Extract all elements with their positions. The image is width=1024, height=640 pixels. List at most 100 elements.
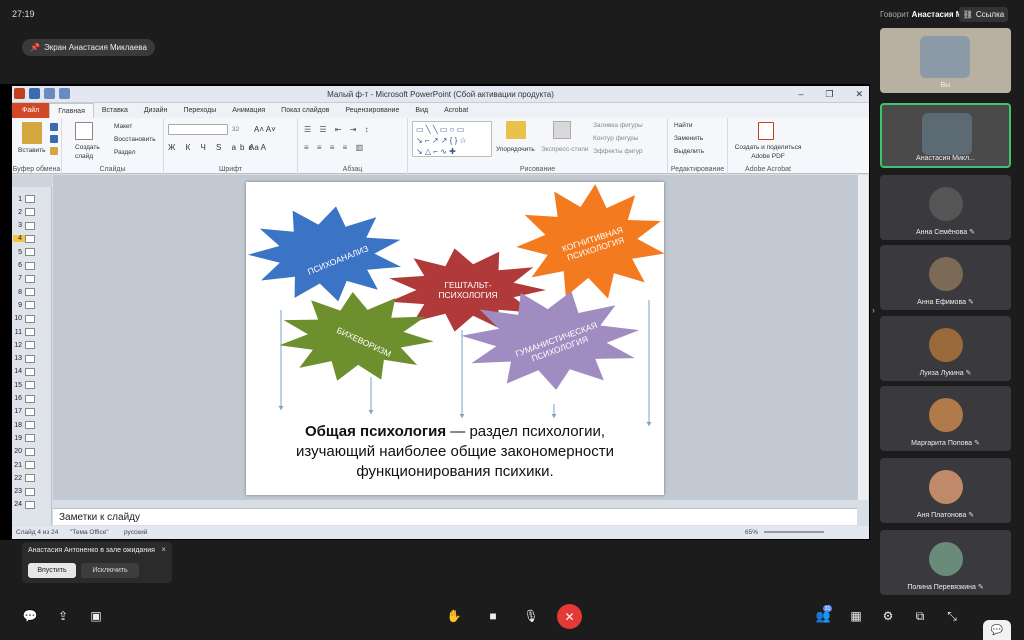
slide-thumb[interactable]: 8 [13,286,51,298]
layout-button[interactable]: Макет [114,123,132,130]
end-call-button[interactable]: ✕ [557,604,582,629]
grow-font-icon[interactable]: A˄ A˅ [254,125,276,134]
chat-icon[interactable]: 💬 [22,608,38,624]
shape-fill-button[interactable]: Заливка фигуры [593,122,643,129]
zoom-slider[interactable] [764,531,824,533]
pdf-icon[interactable] [758,122,774,140]
settings-icon[interactable]: ⚙ [880,608,896,624]
find-button[interactable]: Найти [674,122,693,129]
slide-thumb[interactable]: 15 [13,379,51,391]
screen-share-badge[interactable]: 📌 Экран Анастасия Миклаева [22,39,155,56]
redo-icon[interactable] [59,88,70,99]
align-buttons[interactable]: ≡ ≡ ≡ ≡ ▥ [304,143,366,152]
vertical-scrollbar[interactable] [857,175,868,500]
font-size-select[interactable]: 32 [232,126,239,133]
raise-hand-icon[interactable]: ✋ [446,608,462,624]
copy-link-button[interactable]: ⛓ Ссылка [959,7,1008,22]
slide-thumb[interactable]: 11 [13,326,51,338]
tab-4[interactable]: Переходы [175,103,224,118]
slide-thumb[interactable]: 17 [13,406,51,418]
tab-0[interactable]: Файл [12,103,50,118]
slide-thumb[interactable]: 5 [13,246,51,258]
minimize-icon[interactable]: – [798,89,803,100]
slide-thumb[interactable]: 18 [13,419,51,431]
admit-button[interactable]: Впустить [28,563,76,578]
tab-9[interactable]: Acrobat [436,103,476,118]
slide-thumb[interactable]: 22 [13,472,51,484]
undo-icon[interactable] [44,88,55,99]
participant-tile[interactable]: Полина Перевязкина ✎ [880,530,1011,595]
font-format-buttons[interactable]: Ж К Ч S abc [168,143,257,152]
slide-thumb[interactable]: 4 [13,233,51,245]
tab-8[interactable]: Вид [407,103,436,118]
format-painter-icon[interactable] [50,147,58,155]
tab-3[interactable]: Дизайн [136,103,176,118]
shape-outline-button[interactable]: Контур фигуры [593,135,638,142]
slide-thumb[interactable]: 6 [13,260,51,272]
slide-thumb[interactable]: 21 [13,459,51,471]
slide-thumb[interactable]: 16 [13,393,51,405]
tab-5[interactable]: Анимация [224,103,273,118]
cut-icon[interactable] [50,123,58,131]
arrange-button[interactable]: Упорядочить [496,146,535,153]
section-button[interactable]: Раздел [114,149,135,156]
pip-icon[interactable]: ⧉ [912,608,928,624]
maximize-icon[interactable]: ❐ [825,89,833,100]
close-icon[interactable]: ✕ [855,89,863,100]
participant-tile[interactable]: Маргарита Попова ✎ [880,386,1011,451]
new-slide-button[interactable]: Создать слайд [75,143,100,161]
collapse-panel-icon[interactable]: › [872,305,875,315]
participant-tile[interactable]: Анна Ефимова ✎ [880,245,1011,310]
slide-thumb[interactable]: 7 [13,273,51,285]
microphone-icon[interactable]: 🎙 [523,608,539,624]
new-slide-icon[interactable] [75,122,93,140]
quick-styles-icon[interactable] [553,121,571,139]
select-button[interactable]: Выделить [674,148,704,155]
slide-thumb[interactable]: 24 [13,499,51,511]
status-zoom[interactable]: 65% [745,529,758,536]
tab-2[interactable]: Вставка [94,103,136,118]
tab-7[interactable]: Рецензирование [337,103,407,118]
participant-tile[interactable]: Анастасия Микл... [880,103,1011,168]
replace-button[interactable]: Заменить [674,135,703,142]
slide-thumbnails-pane[interactable]: 1 2 3 4 5 6 7 8 9 10 11 12 13 14 15 16 17 18 19 20 21 22 23 24 [12,175,52,525]
paste-icon[interactable] [22,122,42,144]
shape-effects-button[interactable]: Эффекты фигур [593,148,643,155]
font-family-select[interactable] [168,124,228,135]
participant-tile[interactable]: Луиза Лукина ✎ [880,316,1011,381]
reset-button[interactable]: Восстановить [114,136,156,143]
close-icon[interactable]: × [161,545,166,554]
participant-tile[interactable]: Анна Семёнова ✎ [880,175,1011,240]
exclude-button[interactable]: Исключить [81,563,139,578]
paste-button[interactable]: Вставить [18,147,46,154]
grid-view-icon[interactable]: ▦ [848,608,864,624]
font-color-icon[interactable]: Aa A [249,143,266,152]
slide-thumb[interactable]: 19 [13,432,51,444]
participant-tile[interactable]: Аня Платонова ✎ [880,458,1011,523]
slide-shape-starburst[interactable] [248,206,402,302]
share-screen-icon[interactable]: ⇪ [55,608,71,624]
slide-thumb[interactable]: 12 [13,339,51,351]
record-icon[interactable]: ▣ [88,608,104,624]
create-pdf-button[interactable]: Создать и поделиться Adobe PDF [728,143,808,161]
slide-thumb[interactable]: 1 [13,193,51,205]
chat-bubble-icon[interactable]: 💬 [983,620,1011,640]
slide-thumb[interactable]: 3 [13,220,51,232]
copy-icon[interactable] [50,135,58,143]
minimize-view-icon[interactable]: ⤡ [944,608,960,624]
slide-thumb[interactable]: 14 [13,366,51,378]
save-icon[interactable] [29,88,40,99]
tab-1[interactable]: Главная [49,103,94,118]
tab-6[interactable]: Показ слайдов [273,103,337,118]
list-buttons[interactable]: ☰ ☰ ⇤ ⇥ ↕ [304,125,372,134]
slide-thumb[interactable]: 20 [13,446,51,458]
notes-area[interactable]: Заметки к слайду [53,508,857,525]
quick-styles-button[interactable]: Экспресс-стили [541,146,589,153]
camera-icon[interactable]: ■ [485,608,501,624]
slide-thumb[interactable]: 2 [13,206,51,218]
slide-thumb[interactable]: 23 [13,486,51,498]
slide-thumb[interactable]: 10 [13,313,51,325]
participant-tile[interactable]: Вы [880,28,1011,93]
slide-thumb[interactable]: 9 [13,299,51,311]
slide[interactable]: ПСИХОАНАЛИЗ КОГНИТИВНАЯПСИХОЛОГИЯ ГЕШТАЛЬТ… [246,182,665,495]
